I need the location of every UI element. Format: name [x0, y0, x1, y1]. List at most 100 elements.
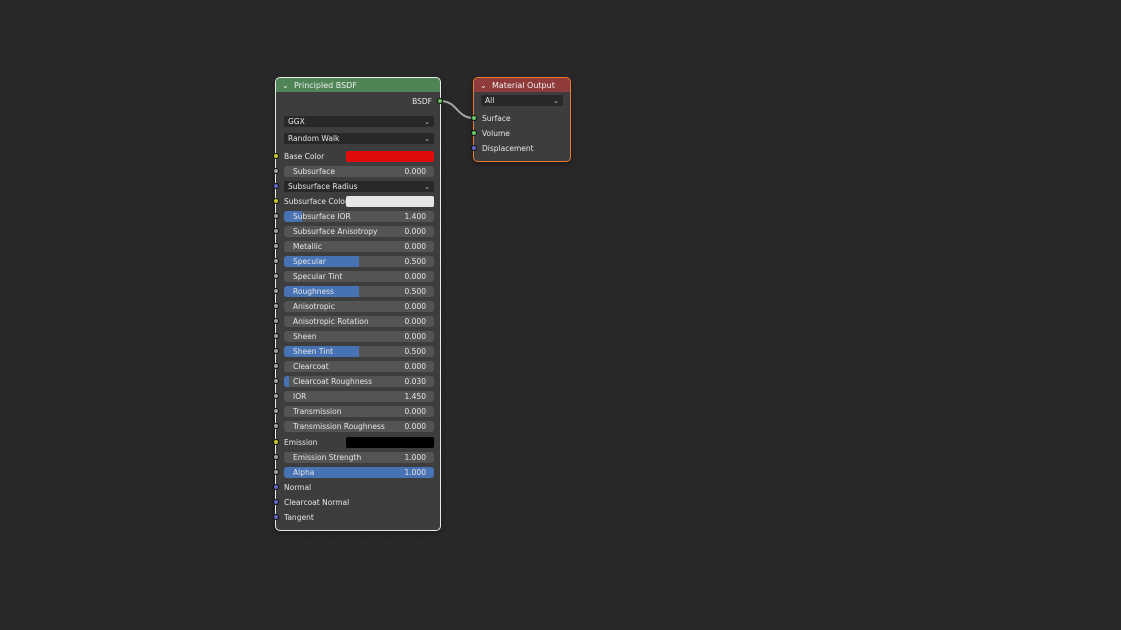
alpha-socket[interactable] [273, 469, 279, 475]
sheen-tint-row: Sheen Tint 0.500 [273, 345, 440, 358]
specular-tint-socket[interactable] [273, 273, 279, 279]
anisotropic-rotation-label: Anisotropic Rotation [293, 317, 369, 326]
subsurface-radius-socket[interactable] [273, 183, 279, 189]
volume-socket[interactable] [471, 130, 477, 136]
specular-socket[interactable] [273, 258, 279, 264]
roughness-field[interactable]: Roughness 0.500 [284, 286, 434, 297]
subsurface-ior-field[interactable]: Subsurface IOR 1.400 [284, 211, 434, 222]
anisotropic-field[interactable]: Anisotropic 0.000 [284, 301, 434, 312]
clearcoat-normal-row: Clearcoat Normal [273, 496, 440, 509]
ior-field[interactable]: IOR 1.450 [284, 391, 434, 402]
subsurface-color-swatch[interactable] [346, 196, 434, 207]
base-color-label: Base Color [284, 152, 325, 161]
collapse-chevron-icon[interactable]: ⌄ [480, 81, 489, 90]
transmission-field[interactable]: Transmission 0.000 [284, 406, 434, 417]
tangent-socket[interactable] [273, 514, 279, 520]
emission-color-swatch[interactable] [346, 437, 434, 448]
transmission-value: 0.000 [404, 407, 426, 416]
clearcoat-roughness-socket[interactable] [273, 378, 279, 384]
anisotropic-rotation-socket[interactable] [273, 318, 279, 324]
transmission-roughness-field[interactable]: Transmission Roughness 0.000 [284, 421, 434, 432]
emission-strength-socket[interactable] [273, 454, 279, 460]
subsurface-field[interactable]: Subsurface 0.000 [284, 166, 434, 177]
clearcoat-roughness-value: 0.030 [404, 377, 426, 386]
chevron-down-icon: ⌄ [553, 96, 559, 105]
sheen-value: 0.000 [404, 332, 426, 341]
subsurface-socket[interactable] [273, 168, 279, 174]
anisotropic-row: Anisotropic 0.000 [273, 300, 440, 313]
anisotropic-rotation-field[interactable]: Anisotropic Rotation 0.000 [284, 316, 434, 327]
subsurface-color-socket[interactable] [273, 198, 279, 204]
transmission-label: Transmission [293, 407, 342, 416]
anisotropic-socket[interactable] [273, 303, 279, 309]
bsdf-output-row: BSDF [276, 95, 443, 108]
roughness-socket[interactable] [273, 288, 279, 294]
transmission-roughness-socket[interactable] [273, 423, 279, 429]
bsdf-to-surface-link[interactable] [439, 100, 475, 119]
alpha-field[interactable]: Alpha 1.000 [284, 467, 434, 478]
collapse-chevron-icon[interactable]: ⌄ [282, 81, 291, 90]
subsurface-anisotropy-label: Subsurface Anisotropy [293, 227, 378, 236]
emission-strength-label: Emission Strength [293, 453, 362, 462]
material-output-node[interactable]: ⌄ Material Output All ⌄ Surface Volume D… [471, 77, 571, 162]
ior-value: 1.450 [404, 392, 426, 401]
normal-row: Normal [273, 481, 440, 494]
subsurface-method-value: Random Walk [288, 134, 340, 143]
clearcoat-label: Clearcoat [293, 362, 329, 371]
base-color-socket[interactable] [273, 153, 279, 159]
clearcoat-roughness-label: Clearcoat Roughness [293, 377, 372, 386]
sheen-socket[interactable] [273, 333, 279, 339]
displacement-socket[interactable] [471, 145, 477, 151]
target-value: All [485, 96, 495, 105]
node-editor-canvas[interactable]: ⌄ Principled BSDF BSDF GGX ⌄ Random Walk… [0, 0, 1121, 630]
clearcoat-roughness-field[interactable]: Clearcoat Roughness 0.030 [284, 376, 434, 387]
clearcoat-normal-socket[interactable] [273, 499, 279, 505]
anisotropic-rotation-row: Anisotropic Rotation 0.000 [273, 315, 440, 328]
material-output-header[interactable]: ⌄ Material Output [474, 78, 570, 92]
sheen-tint-field[interactable]: Sheen Tint 0.500 [284, 346, 434, 357]
clearcoat-row: Clearcoat 0.000 [273, 360, 440, 373]
sheen-field[interactable]: Sheen 0.000 [284, 331, 434, 342]
distribution-dropdown[interactable]: GGX ⌄ [284, 116, 434, 127]
displacement-label: Displacement [482, 144, 534, 153]
principled-bsdf-node[interactable]: ⌄ Principled BSDF BSDF GGX ⌄ Random Walk… [273, 77, 443, 531]
subsurface-color-label: Subsurface Color [284, 197, 348, 206]
sheen-label: Sheen [293, 332, 317, 341]
chevron-down-icon: ⌄ [424, 117, 430, 126]
clearcoat-field[interactable]: Clearcoat 0.000 [284, 361, 434, 372]
specular-tint-field[interactable]: Specular Tint 0.000 [284, 271, 434, 282]
subsurface-radius-dropdown[interactable]: Subsurface Radius ⌄ [284, 181, 434, 192]
chevron-down-icon: ⌄ [424, 134, 430, 143]
specular-field[interactable]: Specular 0.500 [284, 256, 434, 267]
transmission-roughness-row: Transmission Roughness 0.000 [273, 420, 440, 433]
metallic-field[interactable]: Metallic 0.000 [284, 241, 434, 252]
bsdf-output-socket[interactable] [437, 98, 443, 104]
target-dropdown[interactable]: All ⌄ [481, 95, 563, 106]
emission-socket[interactable] [273, 439, 279, 445]
subsurface-radius-label: Subsurface Radius [288, 182, 358, 191]
subsurface-ior-socket[interactable] [273, 213, 279, 219]
chevron-down-icon: ⌄ [424, 182, 430, 191]
roughness-row: Roughness 0.500 [273, 285, 440, 298]
specular-label: Specular [293, 257, 326, 266]
emission-strength-field[interactable]: Emission Strength 1.000 [284, 452, 434, 463]
subsurface-anisotropy-socket[interactable] [273, 228, 279, 234]
surface-socket[interactable] [471, 115, 477, 121]
metallic-socket[interactable] [273, 243, 279, 249]
base-color-swatch[interactable] [346, 151, 434, 162]
subsurface-anisotropy-field[interactable]: Subsurface Anisotropy 0.000 [284, 226, 434, 237]
node-title: Principled BSDF [294, 80, 357, 90]
sheen-tint-socket[interactable] [273, 348, 279, 354]
specular-row: Specular 0.500 [273, 255, 440, 268]
transmission-socket[interactable] [273, 408, 279, 414]
normal-socket[interactable] [273, 484, 279, 490]
principled-bsdf-header[interactable]: ⌄ Principled BSDF [276, 78, 440, 92]
clearcoat-socket[interactable] [273, 363, 279, 369]
subsurface-anisotropy-row: Subsurface Anisotropy 0.000 [273, 225, 440, 238]
emission-row: Emission [273, 436, 440, 449]
subsurface-label: Subsurface [293, 167, 335, 176]
ior-socket[interactable] [273, 393, 279, 399]
subsurface-method-dropdown[interactable]: Random Walk ⌄ [284, 133, 434, 144]
specular-value: 0.500 [404, 257, 426, 266]
anisotropic-value: 0.000 [404, 302, 426, 311]
